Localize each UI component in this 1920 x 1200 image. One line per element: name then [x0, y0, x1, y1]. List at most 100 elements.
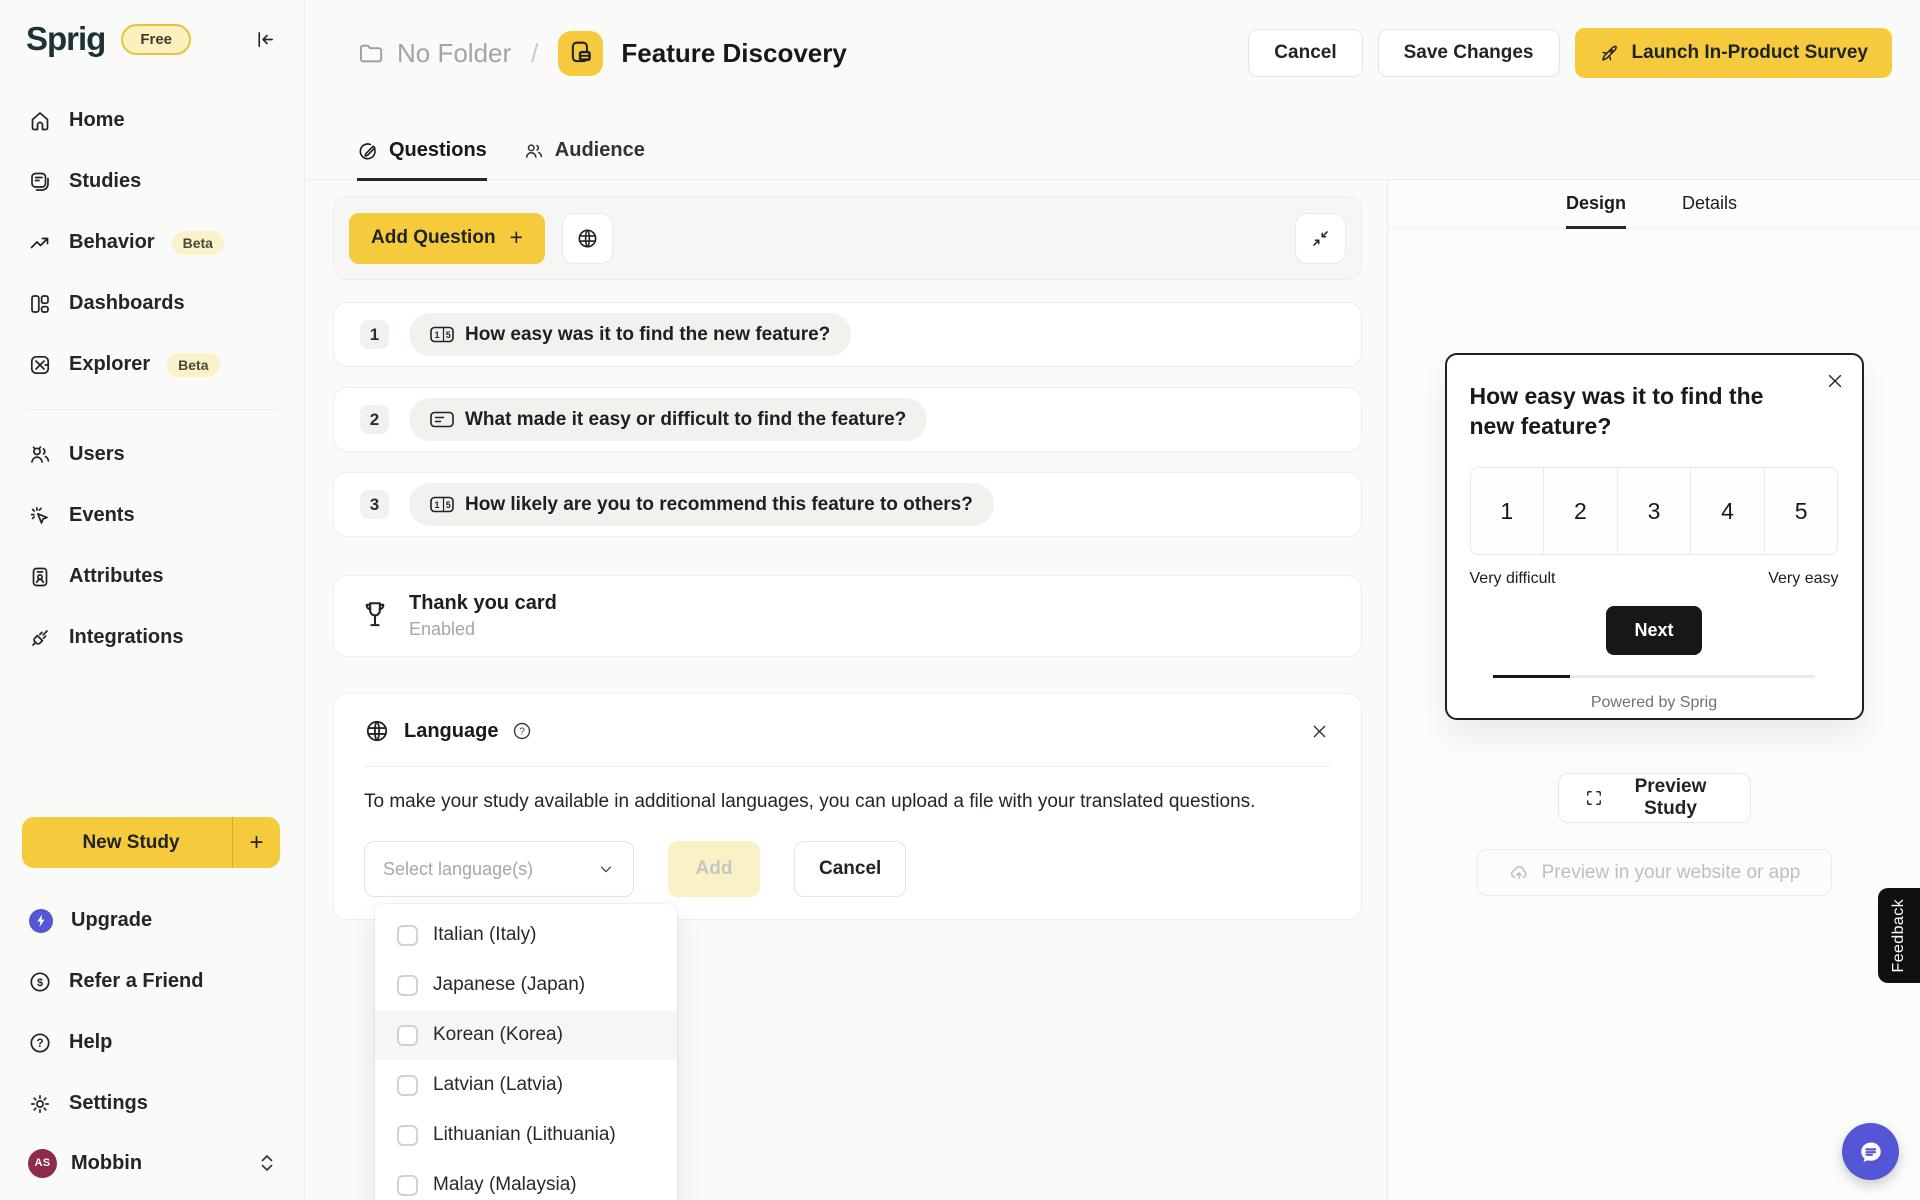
language-option-malay[interactable]: Malay (Malaysia)	[375, 1160, 677, 1200]
preview-in-website-button[interactable]: Preview in your website or app	[1476, 849, 1832, 896]
cancel-button[interactable]: Cancel	[1248, 29, 1363, 77]
close-language-button[interactable]	[1308, 720, 1331, 743]
language-option-latvian[interactable]: Latvian (Latvia)	[375, 1060, 677, 1110]
language-option-label: Italian (Italy)	[433, 924, 537, 945]
rating-scale: 1 2 3 4 5	[1469, 467, 1839, 555]
language-option-lithuanian[interactable]: Lithuanian (Lithuania)	[375, 1110, 677, 1160]
question-row-2[interactable]: 2 What made it easy or difficult to find…	[333, 387, 1362, 452]
beta-badge: Beta	[167, 352, 220, 377]
tab-audience[interactable]: Audience	[523, 139, 645, 181]
behavior-icon	[28, 231, 52, 255]
question-text: How likely are you to recommend this fea…	[465, 493, 973, 515]
rating-option-1[interactable]: 1	[1469, 467, 1545, 555]
question-number: 1	[360, 320, 389, 349]
preview-close-button[interactable]	[1823, 369, 1847, 393]
help-circle-icon: ?	[28, 1031, 52, 1055]
new-study-button[interactable]: New Study +	[22, 817, 280, 868]
language-option-label: Malay (Malaysia)	[433, 1174, 577, 1195]
sidebar-item-attributes[interactable]: Attributes	[0, 546, 304, 607]
language-select[interactable]: Select language(s)	[364, 841, 634, 897]
language-option-korean[interactable]: Korean (Korea)	[375, 1010, 677, 1060]
language-add-button[interactable]: Add	[668, 841, 760, 897]
tab-audience-label: Audience	[554, 139, 645, 161]
add-question-button[interactable]: Add Question +	[349, 212, 545, 264]
question-row-3[interactable]: 3 15 How likely are you to recommend thi…	[333, 472, 1362, 537]
thank-you-title: Thank you card	[409, 592, 557, 614]
sidebar-item-home[interactable]: Home	[0, 90, 304, 151]
rating-option-5[interactable]: 5	[1763, 467, 1839, 555]
close-icon	[1310, 722, 1329, 741]
chat-bubble-icon	[1856, 1137, 1886, 1167]
svg-text:5: 5	[446, 330, 451, 340]
help-circle-icon[interactable]: ?	[512, 721, 532, 741]
question-pill[interactable]: What made it easy or difficult to find t…	[409, 398, 928, 441]
svg-text:1: 1	[434, 330, 439, 340]
svg-text:$: $	[37, 977, 43, 989]
question-row-1[interactable]: 1 15 How easy was it to find the new fea…	[333, 302, 1362, 367]
scale-min-label: Very difficult	[1469, 570, 1556, 587]
sidebar-item-label: Explorer	[69, 353, 151, 375]
tab-details[interactable]: Details	[1682, 180, 1737, 229]
trophy-icon	[360, 599, 390, 633]
sidebar-item-refer[interactable]: $ Refer a Friend	[0, 951, 304, 1012]
chat-widget-button[interactable]	[1842, 1123, 1899, 1180]
globe-icon	[364, 718, 390, 744]
question-pill[interactable]: 15 How easy was it to find the new featu…	[409, 313, 852, 356]
language-option-japanese[interactable]: Japanese (Japan)	[375, 960, 677, 1010]
sidebar-item-upgrade[interactable]: Upgrade	[0, 890, 304, 951]
next-button[interactable]: Next	[1606, 606, 1702, 655]
account-switcher[interactable]: AS Mobbin	[0, 1134, 304, 1200]
sidebar-item-integrations[interactable]: Integrations	[0, 607, 304, 668]
plus-icon[interactable]: +	[233, 829, 280, 857]
preview-tabs: Design Details	[1388, 180, 1920, 229]
tab-questions[interactable]: Questions	[357, 139, 487, 181]
checkbox[interactable]	[397, 1174, 418, 1196]
rating-option-3[interactable]: 3	[1616, 467, 1692, 555]
sidebar-collapse-button[interactable]	[251, 26, 278, 53]
language-cancel-button[interactable]: Cancel	[794, 841, 907, 897]
sidebar-item-label: Users	[69, 443, 125, 465]
page-title: Feature Discovery	[621, 37, 847, 68]
content-row: Add Question + 1 1 5 How easy was it to …	[305, 180, 1920, 1200]
question-number: 3	[360, 490, 389, 519]
sidebar-item-explorer[interactable]: Explorer Beta	[0, 334, 304, 395]
checkbox[interactable]	[397, 1024, 418, 1046]
language-header: Language ?	[364, 718, 1331, 744]
attributes-icon	[28, 565, 52, 589]
checkbox[interactable]	[397, 974, 418, 996]
sidebar-item-studies[interactable]: Studies	[0, 151, 304, 212]
sidebar-item-events[interactable]: Events	[0, 485, 304, 546]
sidebar-item-help[interactable]: ? Help	[0, 1012, 304, 1073]
sidebar-item-label: Home	[69, 109, 125, 131]
feedback-tab[interactable]: Feedback	[1878, 888, 1920, 983]
beta-badge: Beta	[171, 230, 224, 255]
rating-option-4[interactable]: 4	[1690, 467, 1765, 555]
breadcrumb-separator: /	[531, 37, 539, 68]
tab-design[interactable]: Design	[1566, 180, 1627, 229]
question-text: How easy was it to find the new feature?	[465, 323, 831, 345]
sidebar-item-behavior[interactable]: Behavior Beta	[0, 212, 304, 273]
progress-bar	[1493, 675, 1815, 678]
thank-you-card-row[interactable]: Thank you card Enabled	[333, 575, 1362, 657]
rating-option-2[interactable]: 2	[1543, 467, 1618, 555]
sidebar-item-label: Behavior	[69, 231, 155, 253]
checkbox[interactable]	[397, 924, 418, 946]
checkbox[interactable]	[397, 1074, 418, 1096]
preview-study-button[interactable]: Preview Study	[1557, 773, 1751, 823]
sidebar-item-users[interactable]: Users	[0, 424, 304, 485]
sidebar-item-settings[interactable]: Settings	[0, 1073, 304, 1134]
breadcrumb-folder[interactable]: No Folder	[397, 38, 511, 69]
sidebar-item-dashboards[interactable]: Dashboards	[0, 273, 304, 334]
question-pill[interactable]: 15 How likely are you to recommend this …	[409, 483, 994, 526]
launch-survey-button[interactable]: Launch In-Product Survey	[1574, 28, 1892, 78]
plan-badge: Free	[121, 23, 192, 55]
checkbox[interactable]	[397, 1124, 418, 1146]
collapse-all-button[interactable]	[1295, 212, 1346, 264]
language-globe-button[interactable]	[562, 212, 613, 264]
language-option-italian[interactable]: Italian (Italy)	[375, 910, 677, 960]
powered-by: Powered by Sprig	[1590, 694, 1718, 711]
save-changes-button[interactable]: Save Changes	[1377, 29, 1560, 77]
sidebar-header: Sprig Free	[0, 0, 304, 78]
launch-survey-label: Launch In-Product Survey	[1631, 42, 1868, 63]
svg-text:1: 1	[434, 500, 439, 510]
